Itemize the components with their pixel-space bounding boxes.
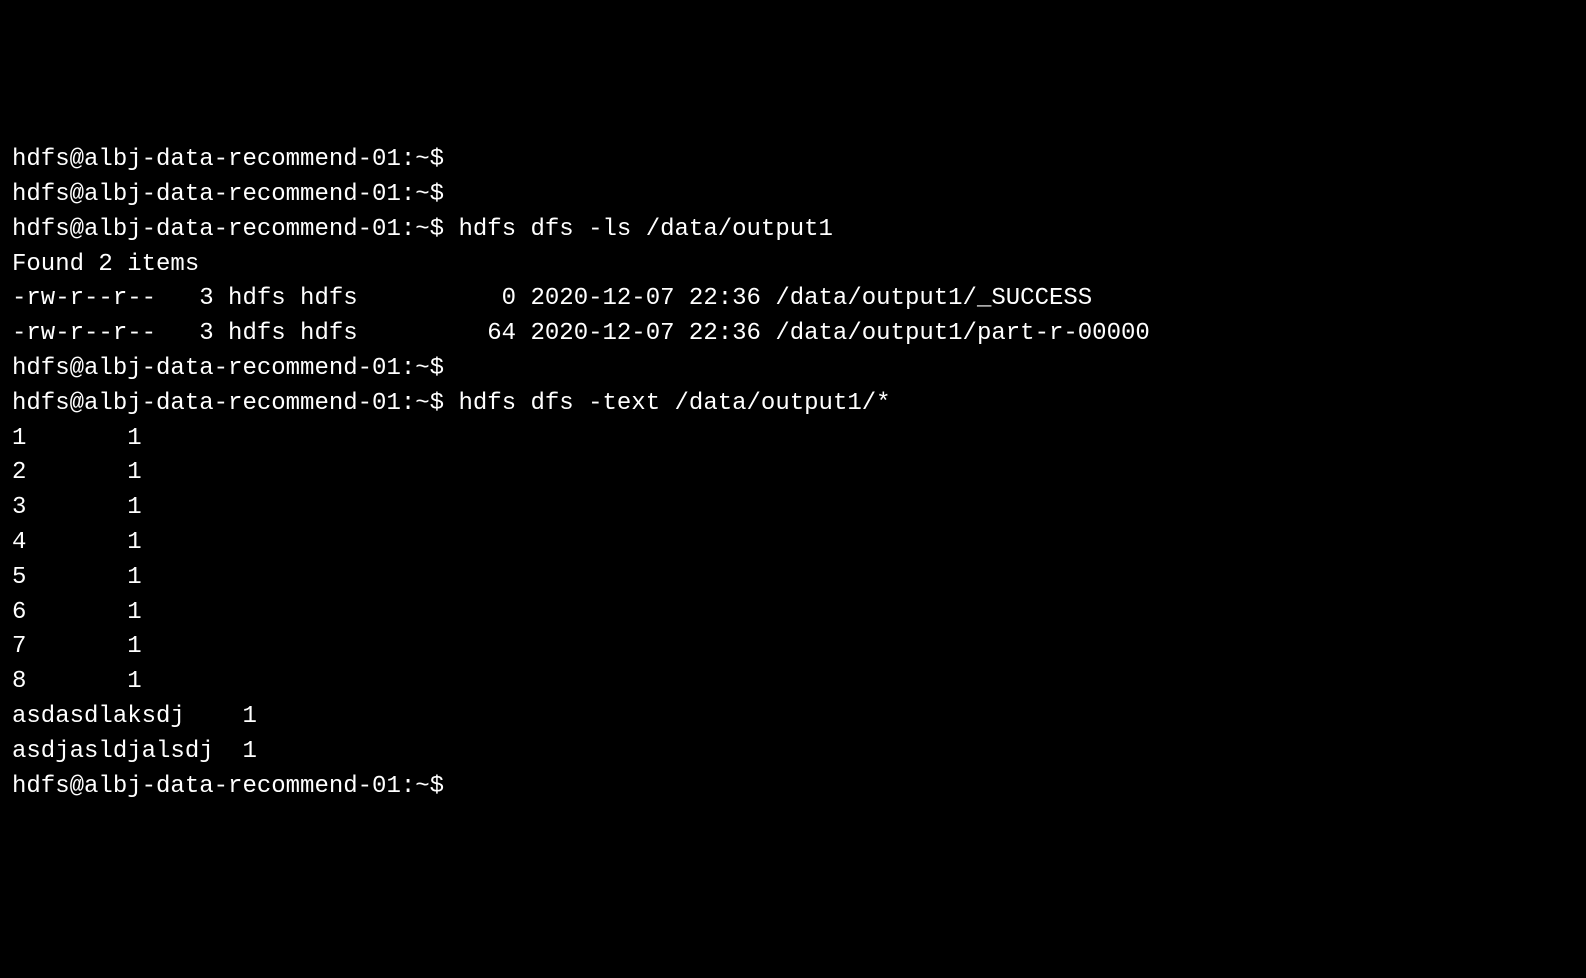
output-line: -rw-r--r-- 3 hdfs hdfs 64 2020-12-07 22:… xyxy=(12,317,1574,352)
output-line: 1 1 xyxy=(12,422,1574,457)
prompt: hdfs@albj-data-recommend-01:~$ xyxy=(12,355,444,382)
output-line: 7 1 xyxy=(12,630,1574,665)
command: hdfs dfs -text /data/output1/* xyxy=(444,390,890,417)
output-line: 3 1 xyxy=(12,491,1574,526)
terminal-window[interactable]: hdfs@albj-data-recommend-01:~$hdfs@albj-… xyxy=(12,143,1574,804)
prompt: hdfs@albj-data-recommend-01:~$ xyxy=(12,216,444,243)
prompt-line: hdfs@albj-data-recommend-01:~$ xyxy=(12,143,1574,178)
output-line: 2 1 xyxy=(12,456,1574,491)
prompt-line: hdfs@albj-data-recommend-01:~$ hdfs dfs … xyxy=(12,387,1574,422)
prompt-line: hdfs@albj-data-recommend-01:~$ xyxy=(12,178,1574,213)
output-line: asdjasldjalsdj 1 xyxy=(12,735,1574,770)
prompt-line: hdfs@albj-data-recommend-01:~$ hdfs dfs … xyxy=(12,213,1574,248)
output-line: 6 1 xyxy=(12,596,1574,631)
output-line: 4 1 xyxy=(12,526,1574,561)
prompt-line: hdfs@albj-data-recommend-01:~$ xyxy=(12,352,1574,387)
output-line: -rw-r--r-- 3 hdfs hdfs 0 2020-12-07 22:3… xyxy=(12,282,1574,317)
prompt: hdfs@albj-data-recommend-01:~$ xyxy=(12,773,444,800)
output-line: Found 2 items xyxy=(12,248,1574,283)
prompt: hdfs@albj-data-recommend-01:~$ xyxy=(12,390,444,417)
prompt: hdfs@albj-data-recommend-01:~$ xyxy=(12,146,444,173)
prompt: hdfs@albj-data-recommend-01:~$ xyxy=(12,181,444,208)
command: hdfs dfs -ls /data/output1 xyxy=(444,216,833,243)
output-line: 5 1 xyxy=(12,561,1574,596)
output-line: asdasdlaksdj 1 xyxy=(12,700,1574,735)
prompt-line: hdfs@albj-data-recommend-01:~$ xyxy=(12,770,1574,805)
output-line: 8 1 xyxy=(12,665,1574,700)
